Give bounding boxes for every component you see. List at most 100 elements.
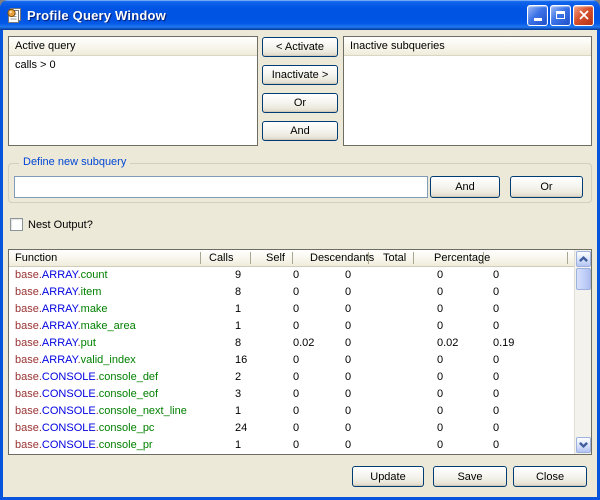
minimize-icon — [534, 18, 542, 21]
cell-calls: 3 — [235, 386, 241, 402]
cell-self: 0 — [293, 386, 299, 402]
cell-self: 0 — [293, 352, 299, 368]
function-name: base.CONSOLE.console_pc — [15, 420, 154, 436]
cell-total: 0 — [437, 352, 443, 368]
cell-percentage: 0 — [493, 420, 499, 436]
function-table: Function Calls Self Descendants Total Pe… — [8, 249, 592, 455]
function-name: base.ARRAY.count — [15, 267, 108, 283]
cell-percentage: 0 — [493, 352, 499, 368]
close-dialog-button[interactable]: Close — [513, 466, 587, 487]
cell-total: 0 — [437, 301, 443, 317]
scroll-thumb[interactable] — [576, 268, 591, 290]
update-button[interactable]: Update — [352, 466, 424, 487]
table-row[interactable]: base.CONSOLE.console_def20000 — [9, 369, 574, 386]
table-row[interactable]: base.ARRAY.make_area10000 — [9, 318, 574, 335]
table-row[interactable]: base.CONSOLE.console_next_line 1 0 0 0 0 — [9, 403, 574, 420]
table-row[interactable]: base.ARRAY.valid_index160000 — [9, 352, 574, 369]
cell-total: 0 — [437, 318, 443, 334]
cell-descendants: 0 — [345, 403, 351, 419]
cell-total: 0.02 — [437, 335, 458, 351]
column-header-descendants[interactable]: Descendants — [310, 250, 374, 266]
header-separator — [250, 252, 251, 264]
cell-percentage: 0 — [493, 301, 499, 317]
active-query-panel: Active query calls > 0 — [8, 36, 258, 146]
cell-percentage: 0.19 — [493, 335, 514, 351]
function-name: base.CONSOLE.console_next_line — [15, 403, 187, 419]
cell-descendants: 0 — [345, 386, 351, 402]
cell-self: 0.02 — [293, 335, 314, 351]
save-button[interactable]: Save — [433, 466, 507, 487]
maximize-button[interactable] — [550, 5, 571, 26]
define-subquery-label: Define new subquery — [19, 156, 130, 168]
active-query-list[interactable]: calls > 0 — [9, 56, 257, 145]
inactive-subqueries-list[interactable] — [344, 56, 591, 145]
cell-self: 0 — [293, 318, 299, 334]
header-separator — [567, 252, 568, 264]
scroll-up-button[interactable] — [576, 251, 591, 267]
cell-total: 0 — [437, 420, 443, 436]
subquery-or-button[interactable]: Or — [510, 176, 583, 198]
header-separator — [368, 252, 369, 264]
cell-calls: 1 — [235, 437, 241, 453]
cell-calls: 16 — [235, 352, 247, 368]
table-header: Function Calls Self Descendants Total Pe… — [9, 250, 574, 267]
cell-self: 0 — [293, 369, 299, 385]
cell-self: 0 — [293, 437, 299, 453]
function-name: base.ARRAY.make — [15, 301, 108, 317]
function-name: base.ARRAY.make_area — [15, 318, 136, 334]
header-separator — [292, 252, 293, 264]
cell-descendants: 0 — [345, 352, 351, 368]
function-name: base.ARRAY.put — [15, 335, 96, 351]
header-separator — [483, 252, 484, 264]
subquery-input[interactable] — [14, 176, 428, 198]
active-query-item[interactable]: calls > 0 — [9, 56, 257, 74]
function-name: base.CONSOLE.console_pr — [15, 437, 153, 453]
cell-self: 0 — [293, 267, 299, 283]
table-row[interactable]: base.ARRAY.make10000 — [9, 301, 574, 318]
cell-descendants: 0 — [345, 284, 351, 300]
column-header-percentage[interactable]: Percentage — [434, 250, 490, 266]
cell-calls: 2 — [235, 369, 241, 385]
cell-self: 0 — [293, 301, 299, 317]
function-name: base.CONSOLE.console_eof — [15, 386, 158, 402]
cell-calls: 8 — [235, 335, 241, 351]
cell-percentage: 0 — [493, 403, 499, 419]
chevron-up-icon — [579, 256, 588, 262]
cell-percentage: 0 — [493, 267, 499, 283]
header-separator — [200, 252, 201, 264]
cell-calls: 1 — [235, 301, 241, 317]
maximize-icon — [556, 11, 565, 19]
cell-percentage: 0 — [493, 318, 499, 334]
column-header-self[interactable]: Self — [266, 250, 285, 266]
inactive-subqueries-panel: Inactive subqueries — [343, 36, 592, 146]
cell-calls: 1 — [235, 403, 241, 419]
table-row[interactable]: base.CONSOLE.console_pr10000 — [9, 437, 574, 454]
cell-descendants: 0 — [345, 335, 351, 351]
cell-percentage: 0 — [493, 284, 499, 300]
column-header-total[interactable]: Total — [383, 250, 406, 266]
inactivate-button[interactable]: Inactivate > — [262, 65, 338, 85]
active-query-header: Active query — [9, 37, 257, 56]
cell-self: 0 — [293, 403, 299, 419]
table-row[interactable]: base.ARRAY.item80000 — [9, 284, 574, 301]
cell-calls: 24 — [235, 420, 247, 436]
table-row[interactable]: base.ARRAY.put 8 0.02 0 0.02 0.19 — [9, 335, 574, 352]
column-header-calls[interactable]: Calls — [209, 250, 233, 266]
subquery-and-button[interactable]: And — [430, 176, 500, 198]
cell-calls: 1 — [235, 318, 241, 334]
minimize-button[interactable] — [527, 5, 548, 26]
table-row[interactable]: base.CONSOLE.console_pc240000 — [9, 420, 574, 437]
table-row[interactable]: base.ARRAY.count90000 — [9, 267, 574, 284]
cell-total: 0 — [437, 403, 443, 419]
nest-output-checkbox[interactable] — [10, 218, 23, 231]
table-scrollbar[interactable] — [574, 250, 591, 454]
activate-button[interactable]: < Activate — [262, 37, 338, 57]
cell-descendants: 0 — [345, 420, 351, 436]
scroll-down-button[interactable] — [576, 437, 591, 453]
table-row[interactable]: base.CONSOLE.console_eof30000 — [9, 386, 574, 403]
or-button[interactable]: Or — [262, 93, 338, 113]
close-button[interactable] — [573, 5, 594, 26]
cell-total: 0 — [437, 437, 443, 453]
and-button[interactable]: And — [262, 121, 338, 141]
column-header-function[interactable]: Function — [15, 250, 57, 266]
